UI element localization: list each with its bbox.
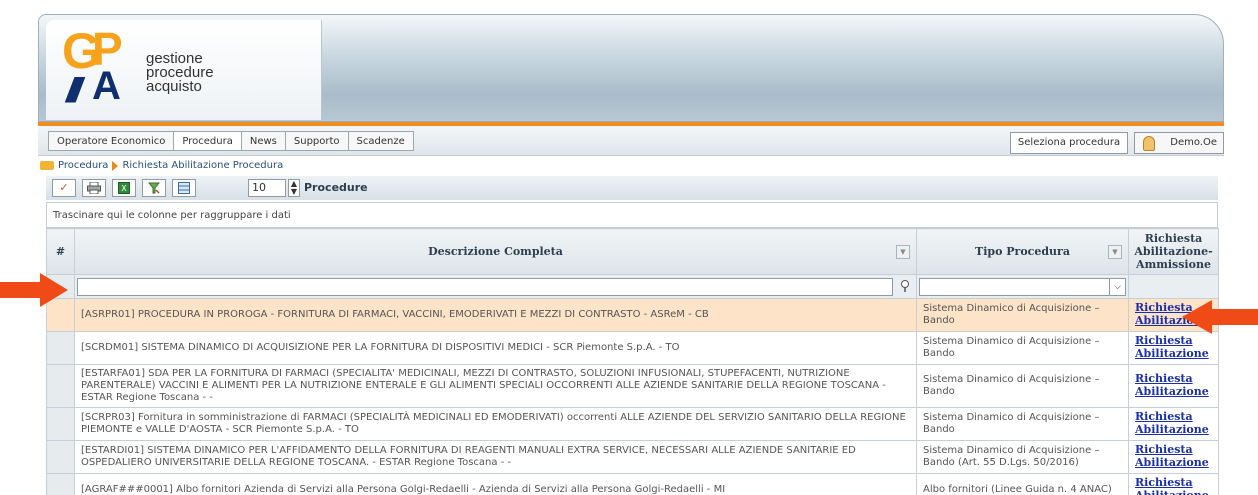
row-descrizione: [ASRPR01] PROCEDURA IN PROROGA - FORNITU…	[74, 298, 917, 332]
table-row[interactable]: [ESTARFA01] SDA PER LA FORNITURA DI FARM…	[46, 364, 1219, 408]
group-by-drop-zone[interactable]: Trascinare qui le colonne per raggruppar…	[46, 202, 1218, 228]
user-icon	[1143, 136, 1155, 151]
richiesta-abilitazione-link[interactable]: Richiesta Abilitazione	[1135, 443, 1209, 469]
svg-text:X: X	[121, 184, 127, 193]
breadcrumb: Procedura Richiesta Abilitazione Procedu…	[40, 160, 283, 171]
column-menu-icon[interactable]: ▼	[896, 245, 910, 259]
column-header-tipo-label: Tipo Procedura	[975, 245, 1070, 258]
tab-supporto[interactable]: Supporto	[284, 131, 348, 151]
row-tipo: Sistema Dinamico di Acquisizione – Bando	[916, 331, 1129, 365]
row-descrizione: [SCRPR03] Fornitura in somministrazione …	[74, 407, 917, 441]
descrizione-filter-input[interactable]	[77, 277, 893, 296]
table-row[interactable]: [ESTARDI01] SISTEMA DINAMICO PER L'AFFID…	[46, 440, 1219, 474]
filter-clear-icon[interactable]	[142, 179, 166, 197]
richiesta-abilitazione-link[interactable]: Richiesta Abilitazione	[1135, 372, 1209, 398]
tab-operatore-economico[interactable]: Operatore Economico	[48, 131, 174, 151]
grid-toolbar: ✓ X 10 ▲ ▼ Procedure	[46, 176, 1218, 200]
tab-news[interactable]: News	[240, 131, 285, 151]
folder-icon	[40, 161, 54, 170]
tab-procedura[interactable]: Procedura	[173, 131, 241, 151]
user-menu[interactable]: Demo.Oe	[1134, 132, 1224, 154]
callout-arrow-left-icon	[0, 273, 68, 307]
table-row[interactable]: [SCRPR03] Fornitura in somministrazione …	[46, 407, 1219, 441]
column-menu-icon[interactable]: ▼	[1108, 245, 1122, 259]
filter-row: ⌵	[46, 274, 1219, 299]
row-descrizione: [AGRAF###0001] Albo fornitori Azienda di…	[74, 473, 917, 495]
row-tipo: Sistema Dinamico di Acquisizione – Bando	[916, 364, 1129, 408]
row-tipo: Sistema Dinamico di Acquisizione – Bando	[916, 298, 1129, 332]
richiesta-abilitazione-link[interactable]: Richiesta Abilitazione	[1135, 410, 1209, 436]
callout-arrow-right-icon	[1182, 300, 1258, 334]
row-descrizione: [ESTARFA01] SDA PER LA FORNITURA DI FARM…	[74, 364, 917, 408]
richiesta-abilitazione-link[interactable]: Richiesta Abilitazione	[1135, 476, 1209, 495]
column-header-tipo[interactable]: Tipo Procedura ▼	[916, 228, 1129, 275]
confirm-check-icon[interactable]: ✓	[52, 179, 76, 197]
tab-scadenze[interactable]: Scadenze	[347, 131, 414, 151]
richiesta-abilitazione-link[interactable]: Richiesta Abilitazione	[1135, 334, 1209, 360]
row-descrizione: [SCRDM01] SISTEMA DINAMICO DI ACQUISIZIO…	[74, 331, 917, 365]
user-name: Demo.Oe	[1170, 137, 1217, 148]
gpa-logo: G P /// A gestione procedure acquisto	[46, 20, 322, 120]
page-size-stepper[interactable]: ▲ ▼	[288, 179, 300, 197]
excel-export-icon[interactable]: X	[112, 179, 136, 197]
chevron-down-icon: ⌵	[1109, 278, 1125, 295]
main-tabs: Operatore Economico Procedura News Suppo…	[48, 131, 414, 151]
column-header-rownum: #	[46, 228, 75, 275]
filter-icon[interactable]	[900, 279, 910, 296]
table-row[interactable]: [AGRAF###0001] Albo fornitori Azienda di…	[46, 473, 1219, 495]
table-row[interactable]: [ASRPR01] PROCEDURA IN PROROGA - FORNITU…	[46, 298, 1219, 332]
breadcrumb-arrow-icon	[112, 160, 119, 171]
breadcrumb-item-current: Richiesta Abilitazione Procedura	[122, 160, 284, 171]
table-row[interactable]: [SCRDM01] SISTEMA DINAMICO DI ACQUISIZIO…	[46, 331, 1219, 365]
procedures-grid: # Descrizione Completa ▼ Tipo Procedura …	[46, 228, 1219, 495]
column-header-richiesta-label: Richiesta Abilitazione-Ammissione	[1134, 232, 1213, 271]
breadcrumb-item-procedura[interactable]: Procedura	[58, 160, 108, 171]
tipo-filter-select[interactable]: ⌵	[919, 277, 1126, 296]
grid-title: Procedure	[304, 181, 368, 194]
column-header-descrizione[interactable]: Descrizione Completa ▼	[74, 228, 917, 275]
columns-icon[interactable]	[172, 179, 196, 197]
row-tipo: Sistema Dinamico di Acquisizione – Bando…	[916, 440, 1129, 474]
select-procedure-button[interactable]: Seleziona procedura	[1010, 132, 1128, 154]
column-header-descrizione-label: Descrizione Completa	[428, 245, 563, 258]
print-icon[interactable]	[82, 179, 106, 197]
row-tipo: Sistema Dinamico di Acquisizione – Bando	[916, 407, 1129, 441]
row-tipo: Albo fornitori (Linee Guida n. 4 ANAC)	[916, 473, 1129, 495]
page-size-input[interactable]: 10	[248, 179, 286, 197]
column-header-richiesta: Richiesta Abilitazione-Ammissione	[1128, 228, 1219, 275]
row-descrizione: [ESTARDI01] SISTEMA DINAMICO PER L'AFFID…	[74, 440, 917, 474]
logo-text: gestione procedure acquisto	[146, 50, 214, 95]
